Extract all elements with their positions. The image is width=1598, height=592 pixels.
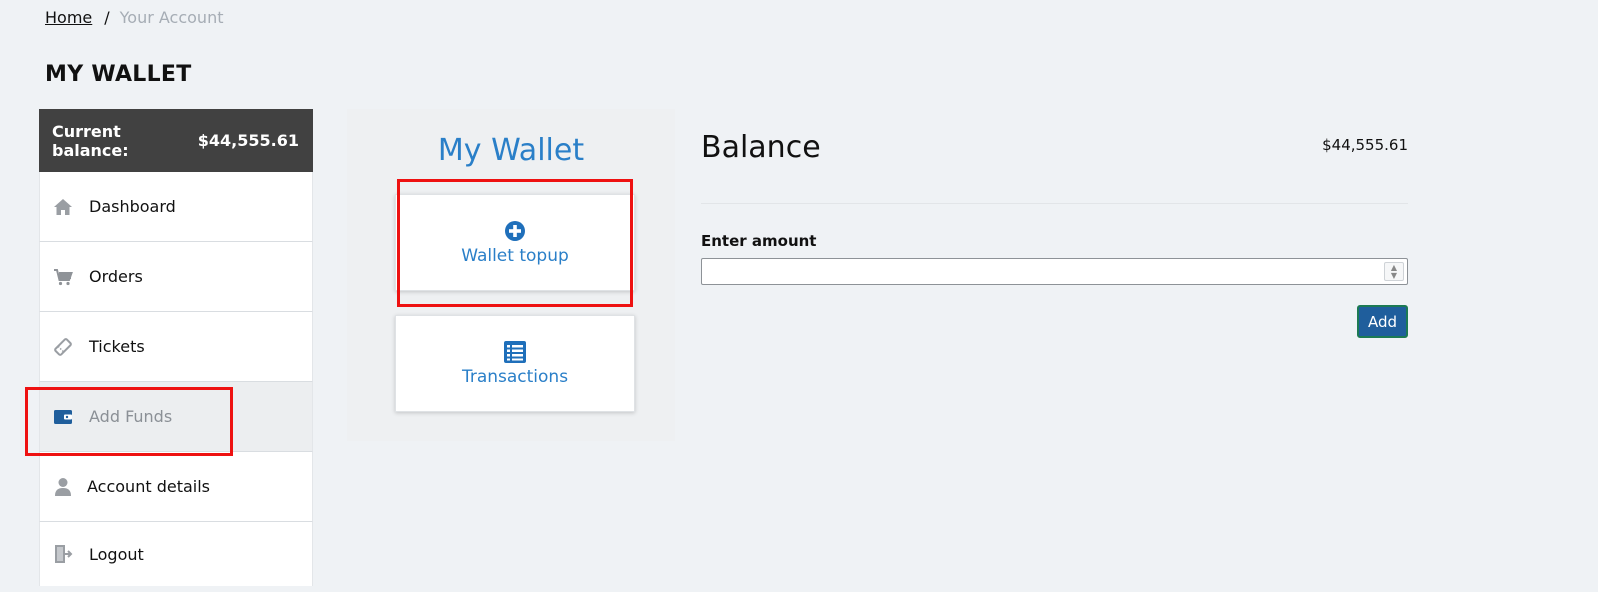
wallet-title: My Wallet	[437, 133, 585, 168]
divider	[701, 203, 1408, 204]
sidebar-item-label: Tickets	[89, 337, 145, 356]
breadcrumb-current: Your Account	[119, 8, 224, 27]
sidebar-item-label: Dashboard	[89, 197, 176, 216]
number-spinner[interactable]: ▲ ▼	[1384, 262, 1404, 281]
logout-icon	[53, 544, 73, 564]
home-icon	[53, 197, 73, 217]
wallet-icon	[53, 407, 73, 427]
page-title: MY WALLET	[45, 62, 192, 87]
wallet-topup-label: Wallet topup	[461, 245, 569, 266]
enter-amount-label: Enter amount	[701, 232, 817, 250]
wallet-topup-card[interactable]: Wallet topup	[395, 194, 635, 291]
sidebar-item-label: Add Funds	[89, 407, 173, 426]
account-sidebar: Current balance: $44,555.61 Dashboard Or…	[39, 109, 313, 586]
breadcrumb: Home / Your Account	[45, 8, 223, 27]
sidebar-item-dashboard[interactable]: Dashboard	[39, 172, 313, 242]
plus-circle-icon	[504, 220, 526, 242]
balance-amount: $44,555.61	[1322, 136, 1408, 154]
ticket-icon	[53, 337, 73, 357]
current-balance-box: Current balance: $44,555.61	[39, 109, 313, 172]
wallet-panel: My Wallet Wallet topup Transactions	[347, 109, 675, 441]
sidebar-item-tickets[interactable]: Tickets	[39, 312, 313, 382]
user-icon	[53, 477, 73, 497]
breadcrumb-separator: /	[104, 8, 110, 27]
sidebar-item-orders[interactable]: Orders	[39, 242, 313, 312]
sidebar-item-label: Orders	[89, 267, 143, 286]
balance-section: Balance $44,555.61 Enter amount ▲ ▼ Add	[701, 130, 1408, 338]
sidebar-item-add-funds[interactable]: Add Funds	[39, 382, 313, 452]
current-balance-value: $44,555.61	[197, 131, 299, 150]
chevron-down-icon[interactable]: ▼	[1391, 271, 1397, 280]
sidebar-item-logout[interactable]: Logout	[39, 522, 313, 586]
amount-field: ▲ ▼	[701, 258, 1408, 285]
list-icon	[504, 340, 526, 363]
transactions-label: Transactions	[461, 366, 569, 387]
breadcrumb-home-link[interactable]: Home	[45, 8, 92, 27]
current-balance-label: Current balance:	[52, 121, 129, 160]
sidebar-item-label: Account details	[87, 477, 210, 496]
transactions-card[interactable]: Transactions	[395, 315, 635, 412]
sidebar-item-label: Logout	[89, 544, 144, 564]
amount-input[interactable]	[702, 259, 1407, 284]
cart-icon	[53, 267, 73, 287]
add-button[interactable]: Add	[1356, 305, 1408, 338]
sidebar-item-account-details[interactable]: Account details	[39, 452, 313, 522]
balance-heading: Balance	[701, 130, 821, 165]
